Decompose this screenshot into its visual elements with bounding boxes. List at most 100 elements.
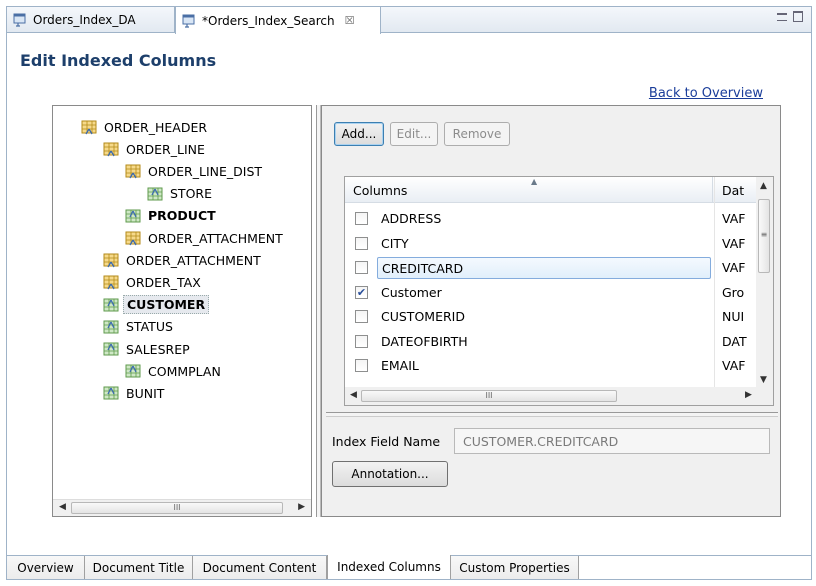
- column-name-cell: ADDRESS: [381, 211, 442, 226]
- tab-orders-index-search[interactable]: *Orders_Index_Search ☒: [175, 7, 381, 34]
- table-row[interactable]: CUSTOMERID NUI: [345, 305, 757, 329]
- column-name-cell: CUSTOMERID: [381, 309, 465, 324]
- tree-item-label: ORDER_TAX: [126, 274, 201, 290]
- table-parent-icon: [125, 163, 141, 179]
- table-row[interactable]: CITY VAF: [345, 232, 757, 256]
- table-parent-icon: [103, 274, 119, 290]
- table-child-icon: [103, 297, 119, 313]
- table-row[interactable]: EMAIL VAF: [345, 354, 757, 378]
- tree-item[interactable]: ORDER_LINE_DIST: [125, 160, 265, 182]
- table-row[interactable]: ADDRESS VAF: [345, 207, 757, 231]
- column-header-datatype[interactable]: Dat: [714, 177, 757, 203]
- tree-item-label: PRODUCT: [148, 208, 216, 224]
- table-parent-icon: [81, 119, 97, 135]
- table-row[interactable]: ✔ Customer Gro: [345, 281, 757, 305]
- include-checkbox[interactable]: [355, 334, 368, 348]
- scroll-left-icon[interactable]: ◀: [350, 390, 357, 400]
- tree-item[interactable]: ORDER_ATTACHMENT: [125, 227, 286, 249]
- remove-button[interactable]: Remove: [444, 122, 510, 146]
- table-child-icon: [103, 385, 119, 401]
- include-checkbox[interactable]: [355, 359, 368, 372]
- sort-ascending-icon: ▲: [531, 177, 538, 186]
- include-checkbox[interactable]: [355, 261, 368, 274]
- page-tabs: Overview Document Title Document Content…: [7, 555, 811, 579]
- table-child-icon: [103, 319, 119, 335]
- table-child-icon: [125, 363, 141, 379]
- data-type-cell: VAF: [722, 235, 746, 251]
- index-field-name-label: Index Field Name: [332, 434, 441, 449]
- scroll-right-icon[interactable]: ▶: [298, 502, 305, 512]
- tab-label: *Orders_Index_Search: [202, 13, 335, 28]
- tab-document-content[interactable]: Document Content: [193, 556, 327, 579]
- column-name-cell: Customer: [381, 284, 442, 300]
- tree-item[interactable]: CUSTOMER: [103, 294, 210, 316]
- table-vertical-scrollbar[interactable]: ▲ ≡ ▼: [756, 177, 773, 389]
- close-icon[interactable]: ☒: [345, 14, 355, 27]
- column-name-cell: CITY: [381, 235, 409, 251]
- editor-frame: Orders_Index_DA *Orders_Index_Search ☒ E…: [6, 6, 812, 580]
- table-parent-icon: [125, 230, 141, 246]
- tree-item-label: COMMPLAN: [148, 363, 221, 379]
- tab-orders-index-da[interactable]: Orders_Index_DA: [7, 7, 175, 33]
- scroll-thumb[interactable]: ≡: [758, 199, 770, 273]
- include-checkbox[interactable]: ✔: [355, 285, 368, 299]
- tree-item[interactable]: BUNIT: [103, 382, 167, 404]
- include-checkbox[interactable]: [355, 212, 368, 225]
- table-parent-icon: [103, 141, 119, 157]
- tree-item[interactable]: ORDER_HEADER: [81, 116, 210, 138]
- tree-item[interactable]: PRODUCT: [125, 205, 219, 227]
- document-icon: [13, 13, 27, 27]
- window-controls: [777, 11, 803, 22]
- tree-item[interactable]: STATUS: [103, 316, 176, 338]
- tree-item-label: STATUS: [126, 319, 173, 335]
- edit-button[interactable]: Edit...: [390, 122, 438, 146]
- table-child-icon: [147, 186, 163, 202]
- data-type-cell: NUI: [722, 309, 745, 324]
- tab-overview[interactable]: Overview: [7, 556, 85, 579]
- column-name-cell: EMAIL: [381, 358, 419, 373]
- back-to-overview-link[interactable]: Back to Overview: [649, 86, 763, 101]
- include-checkbox[interactable]: [355, 236, 368, 250]
- horizontal-sash[interactable]: [326, 412, 778, 417]
- scroll-down-icon[interactable]: ▼: [760, 375, 767, 385]
- scroll-thumb[interactable]: III: [71, 502, 283, 514]
- tree-item[interactable]: COMMPLAN: [125, 360, 224, 382]
- tree-item[interactable]: ORDER_ATTACHMENT: [103, 249, 264, 271]
- maximize-icon[interactable]: [793, 11, 803, 22]
- minimize-icon[interactable]: [777, 13, 787, 21]
- tab-label: Orders_Index_DA: [33, 13, 136, 27]
- tree-item[interactable]: SALESREP: [103, 338, 193, 360]
- tree-item-label: CUSTOMER: [123, 295, 210, 315]
- tree-item-label: ORDER_HEADER: [104, 119, 208, 135]
- scroll-thumb[interactable]: III: [361, 390, 617, 402]
- tree-item-label: BUNIT: [126, 385, 165, 401]
- column-header-columns[interactable]: Columns: [345, 177, 713, 203]
- tree-item[interactable]: ORDER_LINE: [103, 138, 208, 160]
- data-type-cell: DAT: [722, 333, 747, 349]
- data-type-cell: VAF: [722, 211, 746, 226]
- scroll-up-icon[interactable]: ▲: [760, 181, 767, 191]
- columns-table[interactable]: Columns ▲ Dat ADDRESS VAF CITY VAF CREDITCAR…: [344, 176, 774, 406]
- table-tree[interactable]: ORDER_HEADER ORDER_LINE ORDER_LINE_DIST STO…: [52, 105, 312, 517]
- tree-item-label: ORDER_ATTACHMENT: [148, 230, 283, 246]
- index-field-name-input[interactable]: CUSTOMER.CREDITCARD: [454, 428, 770, 454]
- tree-item[interactable]: STORE: [147, 183, 215, 205]
- add-button[interactable]: Add...: [334, 122, 384, 146]
- table-row[interactable]: CREDITCARD VAF: [345, 256, 757, 280]
- include-checkbox[interactable]: [355, 310, 368, 323]
- annotation-button[interactable]: Annotation...: [332, 461, 448, 487]
- column-name-cell: DATEOFBIRTH: [381, 333, 468, 349]
- table-horizontal-scrollbar[interactable]: ◀ III ▶: [345, 387, 773, 405]
- data-type-cell: Gro: [722, 284, 745, 300]
- tab-indexed-columns[interactable]: Indexed Columns: [327, 555, 451, 579]
- tree-item[interactable]: ORDER_TAX: [103, 271, 204, 293]
- tree-item-label: SALESREP: [126, 341, 190, 357]
- tree-item-label: ORDER_LINE: [126, 141, 205, 157]
- tab-custom-properties[interactable]: Custom Properties: [451, 556, 579, 579]
- tab-document-title[interactable]: Document Title: [85, 556, 193, 579]
- editor-tab-strip: Orders_Index_DA *Orders_Index_Search ☒: [7, 7, 811, 34]
- table-row[interactable]: DATEOFBIRTH DAT: [345, 330, 757, 354]
- tree-horizontal-scrollbar[interactable]: ◀ III ▶: [53, 499, 311, 516]
- scroll-left-icon[interactable]: ◀: [59, 502, 66, 512]
- scroll-right-icon[interactable]: ▶: [745, 390, 752, 400]
